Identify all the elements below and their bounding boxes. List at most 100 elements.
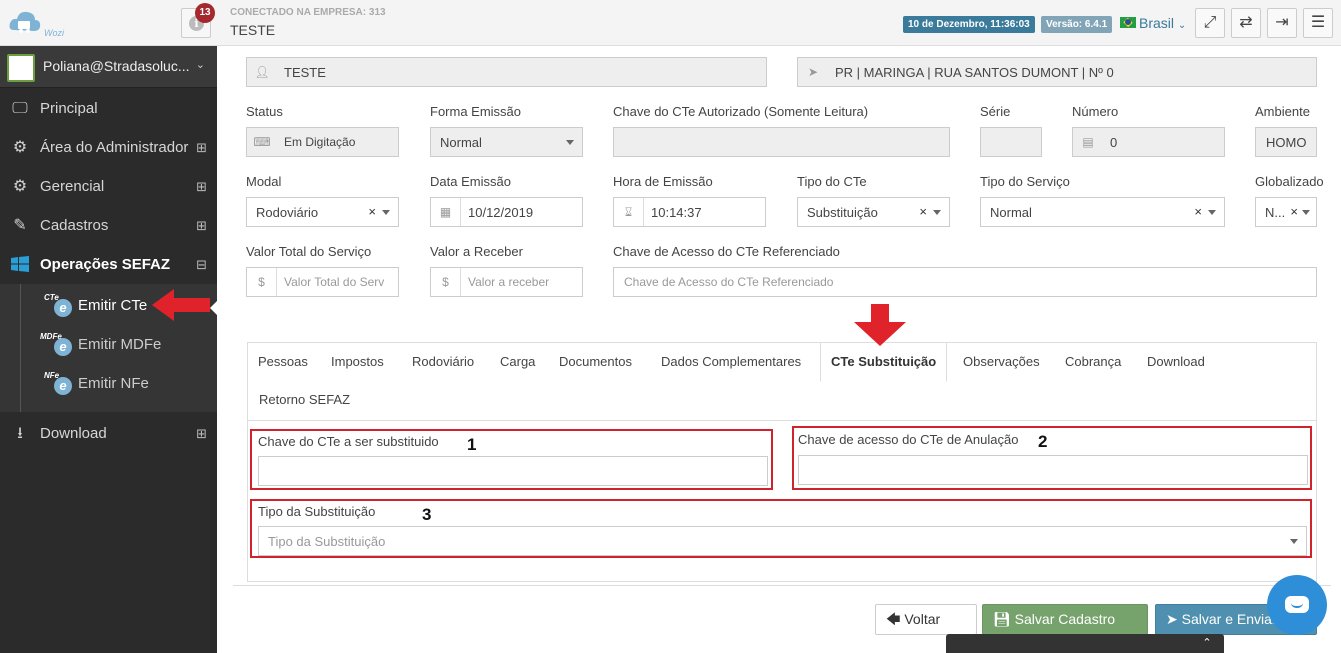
tipo-servico-select[interactable]: Normal × (980, 197, 1225, 227)
tab-pessoas[interactable]: Pessoas (248, 343, 318, 381)
dollar-icon: $ (247, 268, 277, 296)
tabs-header: Pessoas Impostos Rodoviário Carga Docume… (248, 342, 1316, 421)
chave-referenciado-field[interactable]: Chave de Acesso do CTe Referenciado (613, 267, 1317, 297)
sidebar-item-label: Cadastros (40, 217, 109, 234)
voltar-button[interactable]: 🡄 Voltar (875, 604, 977, 635)
clear-icon[interactable]: × (368, 204, 376, 219)
flag-dot (1125, 19, 1131, 25)
tab-cte-substituicao[interactable]: CTe Substituição (820, 342, 948, 382)
valor-total-field[interactable]: $ Valor Total do Serv (246, 267, 399, 297)
annotation-number-2: 2 (1038, 432, 1048, 451)
chevron-down-icon: ⌄ (1177, 20, 1187, 31)
address-value: PR | MARINGA | RUA SANTOS DUMONT | Nº 0 (835, 65, 1114, 80)
numero-field: ▤ 0 (1072, 127, 1225, 157)
windows-icon (10, 256, 30, 274)
modal-label: Modal (246, 174, 282, 189)
tab-documentos[interactable]: Documentos (549, 343, 642, 381)
client-name-value: TESTE (284, 65, 326, 80)
chave-anulacao-field[interactable] (798, 455, 1308, 485)
dropdown-caret-icon (566, 140, 574, 145)
ambiente-value: HOMO (1266, 135, 1307, 150)
sidebar-item-emitir-nfe[interactable]: NFe e Emitir NFe (0, 365, 217, 403)
tipo-cte-select[interactable]: Substituição × (797, 197, 950, 227)
tab-cobranca[interactable]: Cobrança (1055, 343, 1131, 381)
send-icon: ➤ (1166, 611, 1178, 627)
tab-carga[interactable]: Carga (490, 343, 545, 381)
expand-icon: ⊞ (196, 426, 207, 441)
forma-emissao-select[interactable]: Normal (430, 127, 583, 157)
salvar-cadastro-button[interactable]: 💾︎ Salvar Cadastro (982, 604, 1148, 635)
status-field: ⌨ Em Digitação (246, 127, 399, 157)
calendar-icon: ▦ (431, 198, 461, 226)
logout-button[interactable]: ⇥ (1267, 8, 1297, 38)
hamburger-icon: ☰ (1310, 14, 1326, 31)
user-menu[interactable]: Poliana@Stradasoluc... ⌄ (0, 46, 217, 88)
annotation-number-3: 3 (422, 505, 432, 524)
tab-observacoes[interactable]: Observações (953, 343, 1050, 381)
enviar-label: Salvar e Enviar (1181, 611, 1277, 627)
company-label: CONECTADO NA EMPRESA: 313 (230, 7, 386, 18)
bottom-bar (946, 634, 1196, 653)
tab-download[interactable]: Download (1137, 343, 1215, 381)
sidebar-item-admin[interactable]: ⚙ Área do Administrador ⊞ (0, 129, 217, 167)
dropdown-caret-icon (382, 210, 390, 215)
sidebar-item-label: Operações SEFAZ (40, 256, 171, 273)
forma-emissao-label: Forma Emissão (430, 104, 522, 119)
tipo-servico-value: Normal (990, 205, 1032, 220)
numero-value: 0 (1110, 135, 1118, 150)
dropdown-caret-icon (933, 210, 941, 215)
dropdown-caret-icon (1302, 210, 1310, 215)
hourglass-icon: ⌛︎ (614, 198, 644, 226)
tipo-substituicao-select[interactable]: Tipo da Substituição (258, 526, 1307, 556)
scroll-up-button[interactable]: ⌃ (1190, 634, 1224, 653)
logo-text: Wozi (44, 28, 64, 38)
valor-receber-field[interactable]: $ Valor a receber (430, 267, 583, 297)
sidebar-item-cadastros[interactable]: ✎ Cadastros ⊞ (0, 207, 217, 245)
client-name-field[interactable]: 👤︎ TESTE (246, 57, 767, 87)
ambiente-label: Ambiente (1255, 104, 1310, 119)
language-label: Brasil (1139, 15, 1175, 31)
sidebar-item-download[interactable]: ⭳ Download ⊞ (0, 415, 217, 453)
edit-icon: ✎ (13, 217, 27, 234)
location-arrow-icon: ➤ (807, 65, 819, 79)
expand-icon: ⊞ (196, 140, 207, 155)
clear-icon[interactable]: × (919, 204, 927, 219)
tab-dados-complementares[interactable]: Dados Complementares (651, 343, 811, 381)
sidebar-item-operacoes-sefaz[interactable]: Operações SEFAZ ⊟ (0, 246, 217, 284)
modal-select[interactable]: Rodoviário × (246, 197, 399, 227)
sidebar-item-gerencial[interactable]: ⚙ Gerencial ⊞ (0, 168, 217, 206)
hora-emissao-value: 10:14:37 (651, 205, 702, 220)
clear-icon[interactable]: × (1194, 204, 1202, 219)
language-selector[interactable]: Brasil ⌄ (1139, 15, 1186, 31)
sidebar-item-label: Área do Administrador (40, 139, 189, 156)
chat-widget-button[interactable] (1267, 575, 1327, 635)
data-emissao-field[interactable]: ▦ 10/12/2019 (430, 197, 583, 227)
chave-autorizado-field (613, 127, 950, 157)
refresh-icon: ⇄ (1239, 14, 1253, 31)
sidebar-item-principal[interactable]: 🖵︎ Principal (0, 90, 217, 128)
fullscreen-button[interactable]: ⤢ (1195, 8, 1225, 38)
switch-company-button[interactable]: ⇄ (1231, 8, 1261, 38)
chevron-up-icon: ⌃ (1202, 637, 1212, 649)
hora-emissao-field[interactable]: ⌛︎ 10:14:37 (613, 197, 766, 227)
clear-icon[interactable]: × (1290, 204, 1298, 219)
user-name: Poliana@Stradasoluc... (43, 58, 190, 74)
building-icon: ▤ (1082, 135, 1094, 149)
address-field[interactable]: ➤ PR | MARINGA | RUA SANTOS DUMONT | Nº … (797, 57, 1317, 87)
menu-button[interactable]: ☰ (1303, 8, 1333, 38)
serie-label: Série (980, 104, 1011, 119)
hora-emissao-label: Hora de Emissão (613, 174, 713, 189)
top-bar: Wozi i 13 CONECTADO NA EMPRESA: 313 TEST… (0, 0, 1341, 46)
tab-rodoviario[interactable]: Rodoviário (402, 343, 484, 381)
wozi-logo[interactable] (8, 8, 42, 38)
ambiente-field: HOMO (1255, 127, 1317, 157)
chave-substituido-field[interactable] (258, 456, 768, 486)
globalizado-select[interactable]: N... × (1255, 197, 1317, 227)
tab-retorno-sefaz[interactable]: Retorno SEFAZ (249, 381, 360, 419)
data-emissao-label: Data Emissão (430, 174, 511, 189)
sidebar-item-emitir-mdfe[interactable]: MDFe e Emitir MDFe (0, 326, 217, 364)
tab-impostos[interactable]: Impostos (321, 343, 394, 381)
tipo-cte-label: Tipo do CTe (797, 174, 867, 189)
chave-anulacao-label: Chave de acesso do CTe de Anulação (798, 432, 1019, 447)
dropdown-caret-icon (1290, 539, 1298, 544)
